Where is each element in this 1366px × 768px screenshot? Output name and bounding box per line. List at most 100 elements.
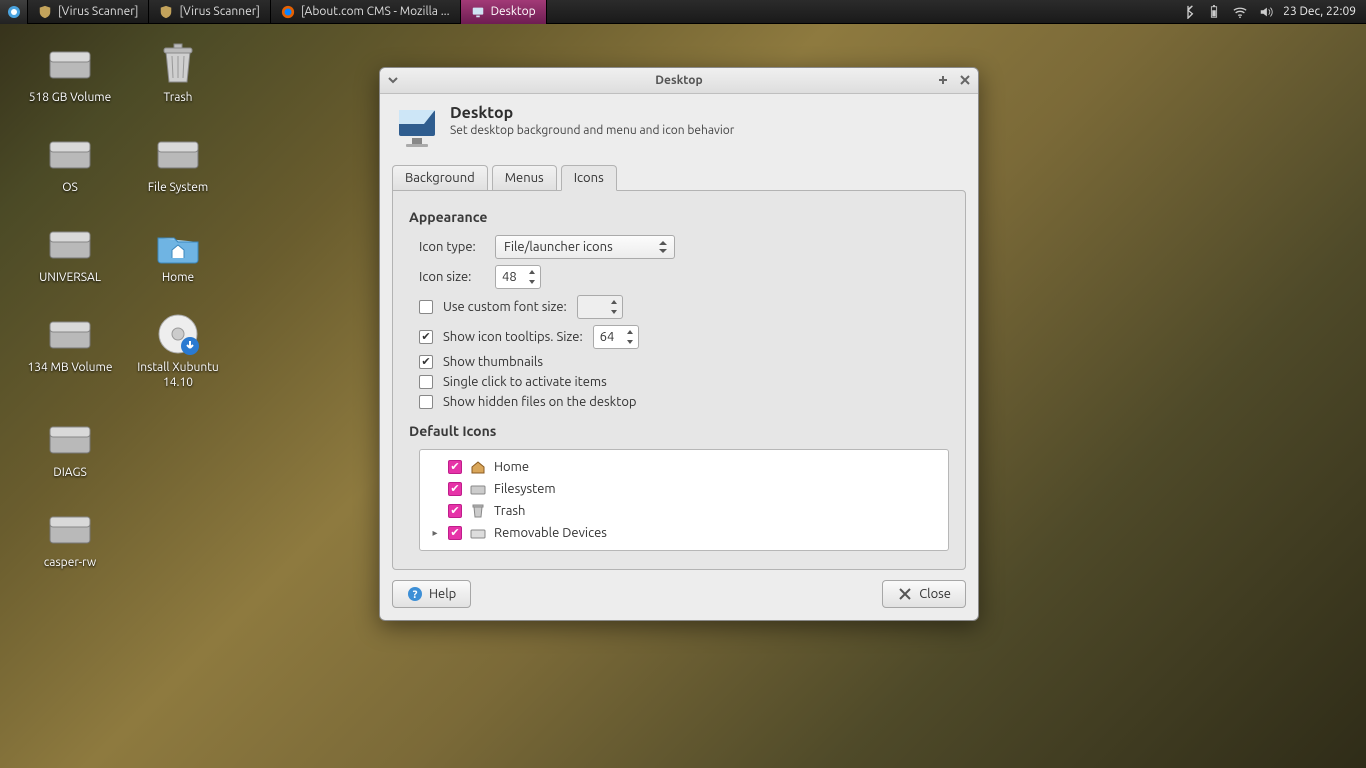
show-tooltips-label: Show icon tooltips. Size: <box>443 330 583 344</box>
tab-background[interactable]: Background <box>392 165 488 190</box>
wifi-icon[interactable] <box>1233 5 1247 19</box>
help-button[interactable]: ? Help <box>392 580 471 608</box>
list-item-label: Removable Devices <box>494 526 607 540</box>
top-panel: [Virus Scanner] [Virus Scanner] [About.c… <box>0 0 1366 24</box>
icon-type-label: Icon type: <box>419 240 485 254</box>
taskbar-item-desktop[interactable]: Desktop <box>461 0 547 24</box>
trash-icon <box>154 40 202 88</box>
firefox-icon <box>281 5 295 19</box>
tab-pane-icons: Appearance Icon type: File/launcher icon… <box>392 190 966 570</box>
default-icon-trash[interactable]: Trash <box>428 500 940 522</box>
removable-icon <box>470 525 486 541</box>
default-icon-home[interactable]: Home <box>428 456 940 478</box>
desktop-icon-134mb[interactable]: 134 MB Volume <box>20 310 120 390</box>
tooltip-size-spinner[interactable]: 64 <box>593 325 639 349</box>
header-subtitle: Set desktop background and menu and icon… <box>450 124 734 137</box>
icon-size-label: Icon size: <box>419 270 485 284</box>
hdd-icon <box>46 220 94 268</box>
window-footer: ? Help Close <box>380 570 978 620</box>
tabs: Background Menus Icons <box>380 164 978 190</box>
desktop-icon-trash[interactable]: Trash <box>128 40 228 105</box>
desktop-icon-518gb[interactable]: 518 GB Volume <box>20 40 120 105</box>
tab-icons[interactable]: Icons <box>561 165 617 191</box>
desktop-icon-label: OS <box>62 180 78 195</box>
desktop-icon-label: Home <box>162 270 194 285</box>
bluetooth-icon[interactable] <box>1181 5 1195 19</box>
system-tray <box>1171 5 1283 19</box>
expand-icon[interactable]: ▸ <box>430 527 440 539</box>
window-menu-button[interactable] <box>386 73 400 87</box>
trash-icon <box>470 503 486 519</box>
use-custom-font-label: Use custom font size: <box>443 300 567 314</box>
list-item-label: Trash <box>494 504 525 518</box>
desktop-icon-label: Install Xubuntu 14.10 <box>128 360 228 390</box>
show-thumbnails-checkbox[interactable] <box>419 355 433 369</box>
show-hidden-label: Show hidden files on the desktop <box>443 395 637 409</box>
trash-checkbox[interactable] <box>448 504 462 518</box>
appearance-section-title: Appearance <box>409 209 949 225</box>
tab-menus[interactable]: Menus <box>492 165 557 190</box>
desktop-icon-home[interactable]: Home <box>128 220 228 285</box>
taskbar-item-firefox[interactable]: [About.com CMS - Mozilla ... <box>271 0 461 24</box>
desktop-icon-os[interactable]: OS <box>20 130 120 195</box>
drive-icon <box>470 481 486 497</box>
desktop-icon-diags[interactable]: DIAGS <box>20 415 120 480</box>
desktop-settings-window: Desktop Desktop Set desktop background a… <box>379 67 979 621</box>
disc-install-icon <box>154 310 202 358</box>
use-custom-font-checkbox[interactable] <box>419 300 433 314</box>
battery-icon[interactable] <box>1207 5 1221 19</box>
icon-type-combo[interactable]: File/launcher icons <box>495 235 675 259</box>
window-header: Desktop Set desktop background and menu … <box>380 94 978 154</box>
hdd-icon <box>46 310 94 358</box>
desktop-icon-label: casper-rw <box>44 555 96 570</box>
volume-icon[interactable] <box>1259 5 1273 19</box>
desktop-icon-label: 134 MB Volume <box>27 360 112 375</box>
hdd-icon <box>154 130 202 178</box>
monitor-icon <box>471 5 485 19</box>
window-titlebar[interactable]: Desktop <box>380 68 978 94</box>
show-hidden-checkbox[interactable] <box>419 395 433 409</box>
applications-menu-button[interactable] <box>0 0 28 24</box>
hdd-icon <box>46 505 94 553</box>
default-icon-filesystem[interactable]: Filesystem <box>428 478 940 500</box>
show-tooltips-checkbox[interactable] <box>419 330 433 344</box>
help-icon: ? <box>407 586 423 602</box>
list-item-label: Home <box>494 460 529 474</box>
desktop-icon-install-xubuntu[interactable]: Install Xubuntu 14.10 <box>128 310 228 390</box>
icon-size-spinner[interactable]: 48 <box>495 265 541 289</box>
desktop-icon-universal[interactable]: UNIVERSAL <box>20 220 120 285</box>
desktop-icon-label: DIAGS <box>53 465 86 480</box>
desktop-icon-casper-rw[interactable]: casper-rw <box>20 505 120 570</box>
taskbar-item-virus-scanner-1[interactable]: [Virus Scanner] <box>28 0 149 24</box>
task-label: Desktop <box>491 5 536 18</box>
hdd-icon <box>46 415 94 463</box>
list-item-label: Filesystem <box>494 482 556 496</box>
default-icon-removable[interactable]: ▸ Removable Devices <box>428 522 940 544</box>
desktop-icon-label: 518 GB Volume <box>29 90 112 105</box>
single-click-checkbox[interactable] <box>419 375 433 389</box>
hdd-icon <box>46 130 94 178</box>
close-button[interactable] <box>958 73 972 87</box>
maximize-button[interactable] <box>936 73 950 87</box>
clock[interactable]: 23 Dec, 22:09 <box>1283 5 1366 18</box>
show-thumbnails-label: Show thumbnails <box>443 355 543 369</box>
home-icon <box>470 459 486 475</box>
filesystem-checkbox[interactable] <box>448 482 462 496</box>
shield-icon <box>159 5 173 19</box>
custom-font-spinner <box>577 295 623 319</box>
svg-text:?: ? <box>413 589 418 601</box>
shield-icon <box>38 5 52 19</box>
removable-checkbox[interactable] <box>448 526 462 540</box>
desktop-settings-icon <box>394 104 440 150</box>
header-title: Desktop <box>450 104 734 122</box>
desktop-icon-label: File System <box>148 180 209 195</box>
task-label: [Virus Scanner] <box>58 5 138 18</box>
taskbar-item-virus-scanner-2[interactable]: [Virus Scanner] <box>149 0 270 24</box>
desktop-icon-grid: 518 GB Volume Trash OS File System UNIVE… <box>20 40 228 570</box>
folder-home-icon <box>154 220 202 268</box>
home-checkbox[interactable] <box>448 460 462 474</box>
desktop-icon-filesystem[interactable]: File System <box>128 130 228 195</box>
default-icons-section-title: Default Icons <box>409 423 949 439</box>
close-dialog-button[interactable]: Close <box>882 580 966 608</box>
task-label: [Virus Scanner] <box>179 5 259 18</box>
